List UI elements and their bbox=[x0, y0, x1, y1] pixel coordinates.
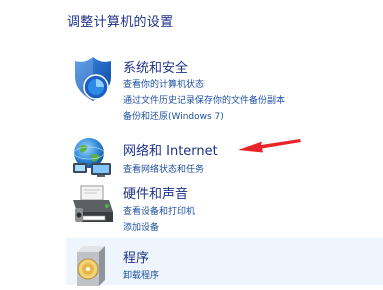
annotation-arrow bbox=[238, 139, 301, 153]
